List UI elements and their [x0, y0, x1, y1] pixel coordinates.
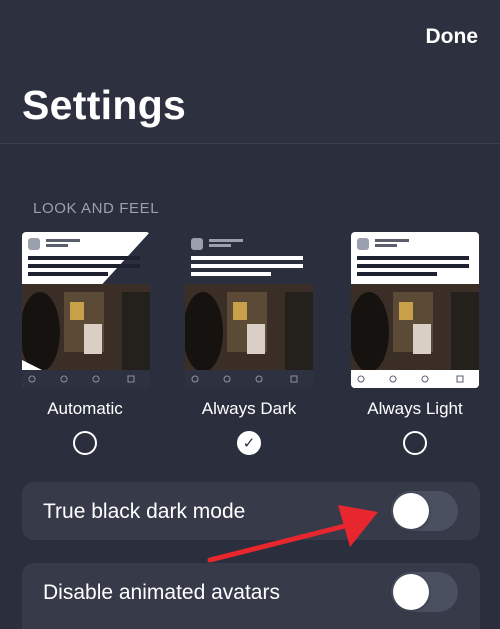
- annotation-arrow-icon: [207, 505, 378, 563]
